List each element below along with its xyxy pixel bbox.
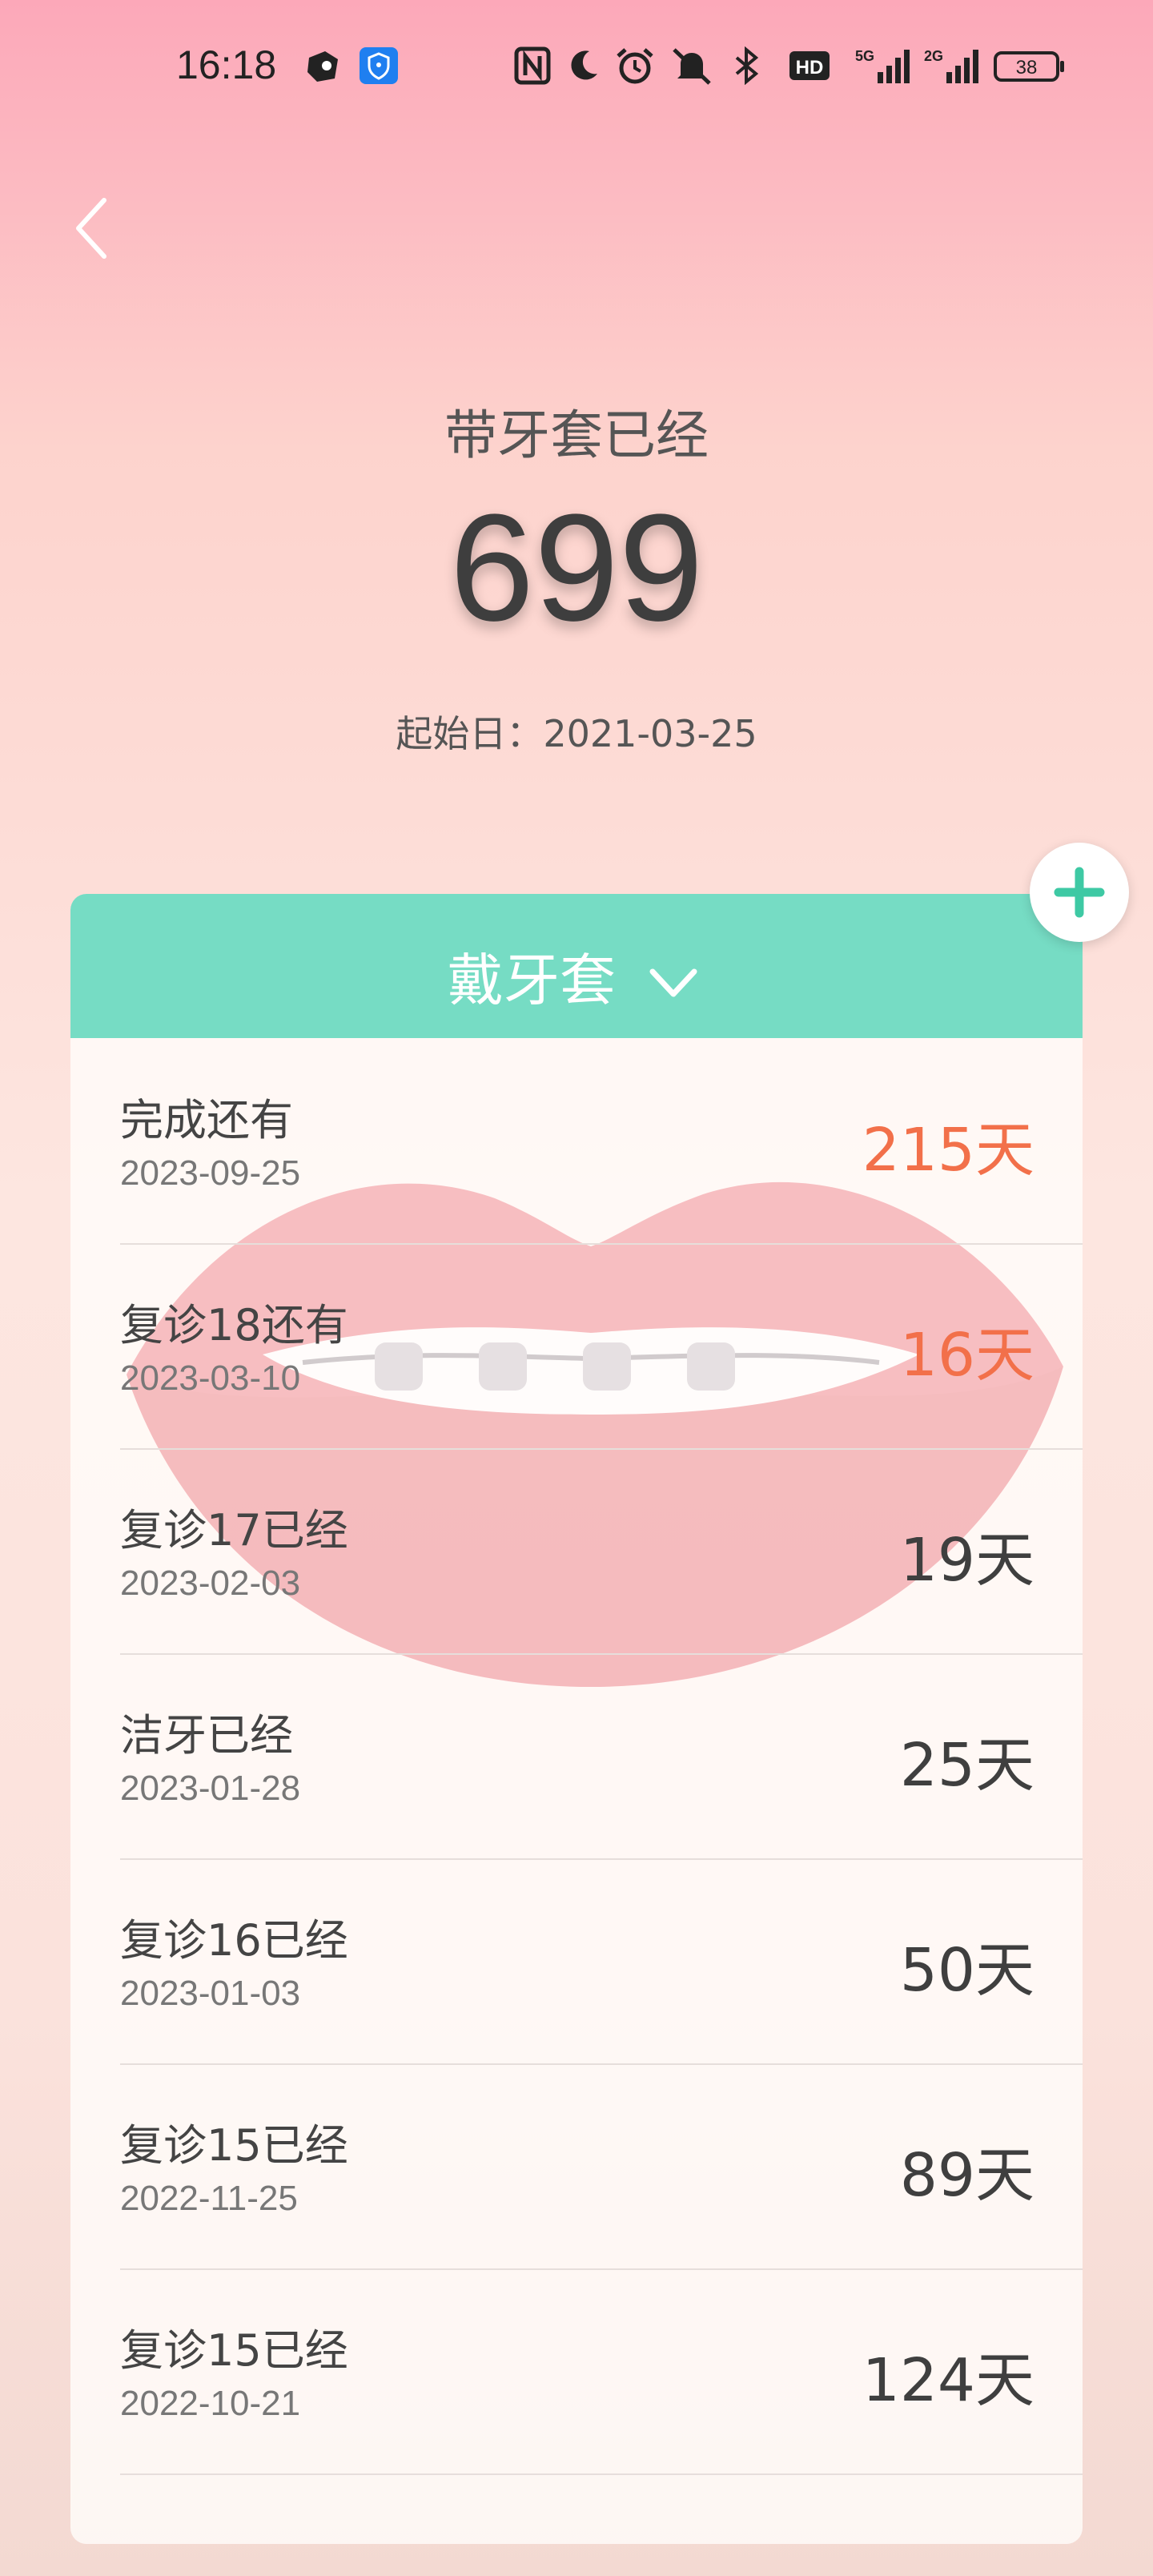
status-bar: 16:18 HD 5G 2G 38 bbox=[0, 0, 1153, 133]
days-counter: 699 bbox=[449, 483, 704, 653]
nfc-icon bbox=[514, 46, 551, 85]
plus-icon bbox=[1054, 867, 1105, 918]
category-label: 戴牙套 bbox=[70, 936, 1083, 1016]
item-days: 124天 bbox=[862, 2346, 1034, 2415]
item-title: 复诊18还有 bbox=[120, 1300, 348, 1350]
item-title: 复诊15已经 bbox=[120, 2325, 348, 2376]
alarm-icon bbox=[617, 48, 653, 84]
milestone-card: 戴牙套 完成还有 2023-09-25 215天 复诊18还有 2023-03-… bbox=[70, 894, 1083, 2544]
status-time: 16:18 bbox=[176, 42, 277, 87]
item-title: 完成还有 bbox=[120, 1095, 293, 1145]
svg-text:38: 38 bbox=[1016, 57, 1038, 78]
item-date: 2023-01-28 bbox=[120, 1769, 301, 1808]
bluetooth-icon bbox=[735, 46, 759, 85]
item-days: 25天 bbox=[899, 1731, 1034, 1800]
item-title: 复诊15已经 bbox=[120, 2120, 348, 2171]
signal-5g-icon: 5G bbox=[855, 48, 910, 83]
svg-text:HD: HD bbox=[796, 57, 824, 78]
list-item[interactable]: 复诊16已经 2023-01-03 50天 bbox=[120, 1858, 1083, 2065]
item-title: 复诊16已经 bbox=[120, 1915, 348, 1966]
app-icon bbox=[307, 51, 338, 82]
add-button[interactable] bbox=[1030, 843, 1129, 942]
list-item[interactable]: 洁牙已经 2023-01-28 25天 bbox=[120, 1653, 1083, 1860]
svg-text:5G: 5G bbox=[855, 48, 874, 64]
page-title: 带牙套已经 bbox=[444, 405, 709, 466]
list-item[interactable]: 复诊15已经 2022-10-21 124天 bbox=[120, 2268, 1083, 2475]
mute-icon bbox=[673, 48, 711, 85]
list-item[interactable]: 复诊15已经 2022-11-25 89天 bbox=[120, 2063, 1083, 2270]
item-date: 2023-09-25 bbox=[120, 1153, 301, 1193]
item-date: 2022-11-25 bbox=[120, 2179, 298, 2218]
moon-icon bbox=[571, 50, 597, 80]
item-days: 89天 bbox=[899, 2141, 1034, 2210]
shield-icon bbox=[360, 47, 398, 84]
item-date: 2023-03-10 bbox=[120, 1358, 301, 1398]
list-item[interactable]: 完成还有 2023-09-25 215天 bbox=[120, 1038, 1083, 1245]
item-date: 2023-01-03 bbox=[120, 1974, 301, 2013]
chevron-left-icon bbox=[76, 198, 106, 259]
item-days: 16天 bbox=[899, 1321, 1034, 1390]
chevron-down-icon bbox=[649, 968, 697, 997]
list-item[interactable]: 复诊17已经 2023-02-03 19天 bbox=[120, 1448, 1083, 1655]
svg-text:2G: 2G bbox=[924, 48, 943, 64]
signal-2g-icon: 2G bbox=[924, 48, 978, 83]
item-days: 50天 bbox=[899, 1936, 1034, 2005]
item-title: 复诊17已经 bbox=[120, 1505, 348, 1556]
item-days: 19天 bbox=[899, 1526, 1034, 1595]
battery-icon: 38 bbox=[994, 51, 1064, 82]
item-date: 2023-02-03 bbox=[120, 1564, 301, 1603]
back-button[interactable] bbox=[64, 184, 128, 272]
start-date: 起始日：2021-03-25 bbox=[396, 712, 757, 755]
item-title: 洁牙已经 bbox=[120, 1710, 293, 1761]
list-item[interactable]: 复诊18还有 2023-03-10 16天 bbox=[120, 1243, 1083, 1450]
item-days: 215天 bbox=[862, 1116, 1034, 1185]
category-dropdown[interactable]: 戴牙套 bbox=[70, 894, 1083, 1038]
item-date: 2022-10-21 bbox=[120, 2384, 301, 2423]
hd-icon: HD bbox=[789, 51, 830, 80]
